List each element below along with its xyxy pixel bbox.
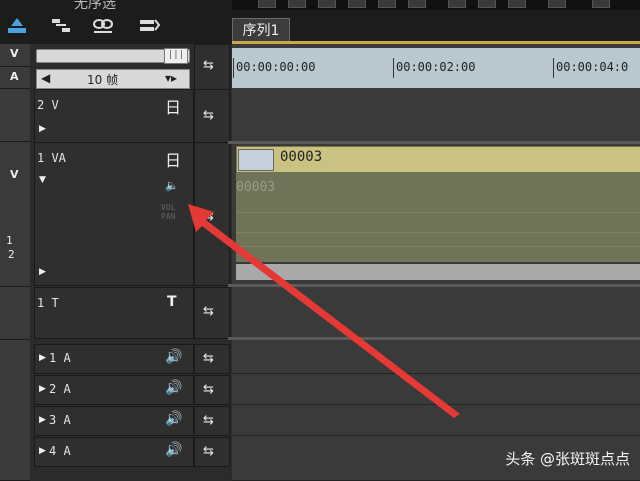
track-header-1va[interactable]: 1 VA 日 ▼ 🔈 VOL PAN ▶ bbox=[34, 142, 194, 286]
track-header-2a[interactable]: ▶ 2 A 🔊 bbox=[34, 375, 194, 405]
side-strip-blank bbox=[0, 340, 30, 481]
toolbar-button[interactable] bbox=[548, 0, 566, 8]
expand-triangle-icon[interactable]: ▶ bbox=[39, 353, 46, 363]
speaker-icon[interactable]: 🔊 bbox=[165, 349, 182, 365]
sync-cell[interactable]: ⇆ bbox=[194, 89, 230, 143]
audio-waveform-line bbox=[236, 212, 640, 213]
track-header-3a[interactable]: ▶ 3 A 🔊 bbox=[34, 406, 194, 436]
track-name: 1 T bbox=[37, 296, 59, 310]
toolbar-button[interactable] bbox=[508, 0, 526, 8]
toolbar-button[interactable] bbox=[258, 0, 276, 8]
expand-triangle-icon[interactable]: ▶ bbox=[39, 446, 46, 456]
track-name: 1 A bbox=[49, 351, 71, 365]
sync-cell[interactable]: ⇆ bbox=[194, 44, 230, 90]
video-clip-name: 00003 bbox=[280, 149, 323, 165]
group-icon[interactable] bbox=[138, 16, 160, 36]
sync-cell[interactable]: ⇆ bbox=[194, 287, 230, 339]
expand-triangle-icon[interactable]: ▶ bbox=[39, 267, 46, 277]
track-name: 2 V bbox=[37, 98, 59, 112]
toolbar-button[interactable] bbox=[448, 0, 466, 8]
vol-pan-label: VOL PAN bbox=[161, 203, 176, 221]
sync-lock-icon[interactable]: ⇆ bbox=[203, 351, 214, 366]
sync-lock-icon[interactable]: ⇆ bbox=[203, 209, 214, 224]
frame-step-left-icon[interactable]: ◀ bbox=[41, 71, 50, 85]
track-header-1a[interactable]: ▶ 1 A 🔊 bbox=[34, 344, 194, 374]
timeline-lane-2v[interactable] bbox=[232, 89, 640, 142]
expand-triangle-icon[interactable]: ▶ bbox=[39, 124, 46, 134]
side-strip-va[interactable]: V 1 2 bbox=[0, 142, 30, 287]
toolbar-button[interactable] bbox=[378, 0, 396, 8]
ruler-major-tick bbox=[553, 58, 554, 78]
sync-cell[interactable]: ⇆ bbox=[194, 344, 230, 374]
audio-clip-footer bbox=[236, 264, 640, 280]
speaker-icon-faint: 🔈 bbox=[165, 179, 179, 192]
audio-clip-name: 00003 bbox=[236, 180, 276, 195]
overwrite-icon[interactable] bbox=[50, 16, 72, 36]
side-strip-blank bbox=[0, 287, 30, 340]
frame-step-dropdown-icon[interactable]: ▾▸ bbox=[165, 71, 177, 85]
collapse-triangle-icon[interactable]: ▼ bbox=[39, 175, 46, 185]
track-name: 4 A bbox=[49, 444, 71, 458]
audio-clip[interactable] bbox=[236, 172, 640, 262]
ruler-timecode: 00:00:02:00 bbox=[396, 60, 476, 74]
speaker-icon[interactable]: 🔊 bbox=[165, 411, 182, 427]
toolbar-button[interactable] bbox=[478, 0, 496, 8]
track-name: 2 A bbox=[49, 382, 71, 396]
sync-cell[interactable]: ⇆ bbox=[194, 375, 230, 405]
side-strip-a[interactable]: A bbox=[0, 67, 30, 89]
timeline-lane-3a[interactable] bbox=[232, 405, 640, 436]
track-header-4a[interactable]: ▶ 4 A 🔊 bbox=[34, 437, 194, 467]
track-name: 3 A bbox=[49, 413, 71, 427]
sync-lock-icon[interactable]: ⇆ bbox=[203, 108, 214, 123]
zoom-slider-thumb[interactable]: ||| bbox=[164, 48, 188, 64]
link-icon[interactable] bbox=[92, 16, 114, 36]
track-visibility-icon[interactable]: 日 bbox=[165, 94, 181, 118]
sync-lock-icon[interactable]: ⇆ bbox=[203, 413, 214, 428]
title-track-icon: T bbox=[167, 294, 177, 310]
ruler-timecode: 00:00:00:00 bbox=[236, 60, 316, 74]
audio-waveform-line bbox=[236, 232, 640, 233]
expand-triangle-icon[interactable]: ▶ bbox=[39, 415, 46, 425]
track-header-2v[interactable]: 2 V 日 ▶ bbox=[34, 89, 194, 143]
ruler-major-tick bbox=[233, 58, 234, 78]
toolbar-button[interactable] bbox=[348, 0, 366, 8]
sync-cell[interactable]: ⇆ bbox=[194, 142, 230, 286]
ruler-major-tick bbox=[393, 58, 394, 78]
sync-lock-icon[interactable]: ⇆ bbox=[203, 382, 214, 397]
toolbar-button[interactable] bbox=[288, 0, 306, 8]
toolbar-button[interactable] bbox=[318, 0, 336, 8]
sync-lock-icon[interactable]: ⇆ bbox=[203, 304, 214, 319]
frame-step-value: 10 帧 bbox=[87, 73, 119, 87]
side-strip-v[interactable]: V bbox=[0, 44, 30, 67]
track-visibility-icon[interactable]: 日 bbox=[165, 147, 181, 171]
sync-lock-icon[interactable]: ⇆ bbox=[203, 444, 214, 459]
sync-cell[interactable]: ⇆ bbox=[194, 437, 230, 467]
clip-thumbnail bbox=[238, 149, 274, 171]
toolbar-title-fragment: 无序选 bbox=[74, 0, 116, 12]
audio-waveform-line bbox=[236, 246, 640, 247]
speaker-icon[interactable]: 🔊 bbox=[165, 380, 182, 396]
toolbar-button[interactable] bbox=[408, 0, 426, 8]
toolbar-button[interactable] bbox=[592, 0, 610, 8]
expand-triangle-icon[interactable]: ▶ bbox=[39, 384, 46, 394]
ruler-timecode: 00:00:04:0 bbox=[556, 60, 629, 74]
track-header-1t[interactable]: 1 T T bbox=[34, 287, 194, 339]
tab-sequence[interactable]: 序列1 bbox=[232, 18, 290, 43]
insert-icon[interactable] bbox=[6, 16, 28, 36]
side-strip-blank bbox=[0, 89, 30, 142]
timeline-lane-1t[interactable] bbox=[232, 287, 640, 338]
sync-lock-icon[interactable]: ⇆ bbox=[203, 58, 214, 73]
frame-step-control[interactable]: ◀ 10 帧 ▾▸ bbox=[36, 69, 190, 89]
timeline-lane-1a[interactable] bbox=[232, 340, 640, 374]
sync-cell[interactable]: ⇆ bbox=[194, 406, 230, 436]
speaker-icon[interactable]: 🔊 bbox=[165, 442, 182, 458]
track-name: 1 VA bbox=[37, 151, 66, 165]
timeline-lane-2a[interactable] bbox=[232, 374, 640, 405]
watermark: 头条 @张斑斑点点 bbox=[505, 450, 630, 468]
